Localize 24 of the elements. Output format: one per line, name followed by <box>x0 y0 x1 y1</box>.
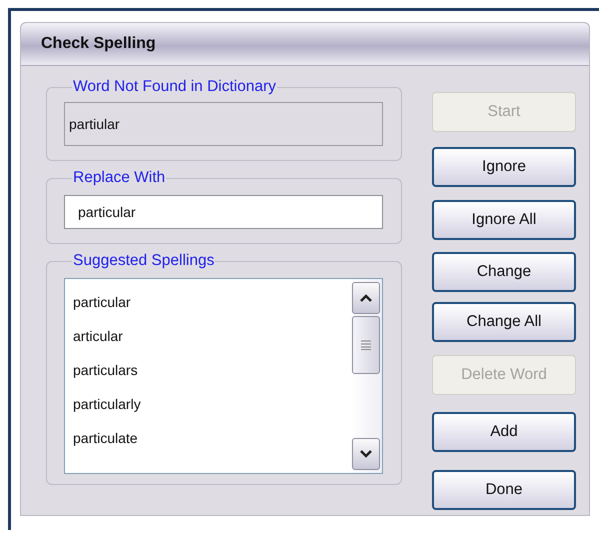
window-title: Check Spelling <box>21 23 589 66</box>
suggestion-item[interactable]: particulate <box>73 421 350 455</box>
group-label: Word Not Found in Dictionary <box>72 78 278 96</box>
caret-up-icon <box>359 293 373 303</box>
dialog-button[interactable]: Ignore All <box>432 200 576 240</box>
scroll-thumb[interactable] <box>352 316 380 374</box>
dialog-button[interactable]: Change All <box>432 302 576 342</box>
grip-icon <box>361 340 371 350</box>
scroll-down-button[interactable] <box>352 438 380 470</box>
dialog-button[interactable]: Done <box>432 470 576 510</box>
group-label: Replace With <box>72 169 166 187</box>
dialog-button[interactable]: Ignore <box>432 147 576 187</box>
word-field: partiular <box>64 102 383 146</box>
caret-down-icon <box>359 449 373 459</box>
dialog-button[interactable]: Add <box>432 412 576 452</box>
suggestion-item[interactable]: articular <box>73 319 350 353</box>
scrollbar[interactable] <box>350 279 382 473</box>
scroll-up-button[interactable] <box>352 282 380 314</box>
suggestion-item[interactable]: particularly <box>73 387 350 421</box>
group-label: Suggested Spellings <box>72 252 216 270</box>
replace-field[interactable]: particular <box>64 195 383 229</box>
dialog-button[interactable]: Change <box>432 252 576 292</box>
suggestion-item[interactable]: particulars <box>73 353 350 387</box>
suggestion-item[interactable]: particular <box>73 285 350 319</box>
